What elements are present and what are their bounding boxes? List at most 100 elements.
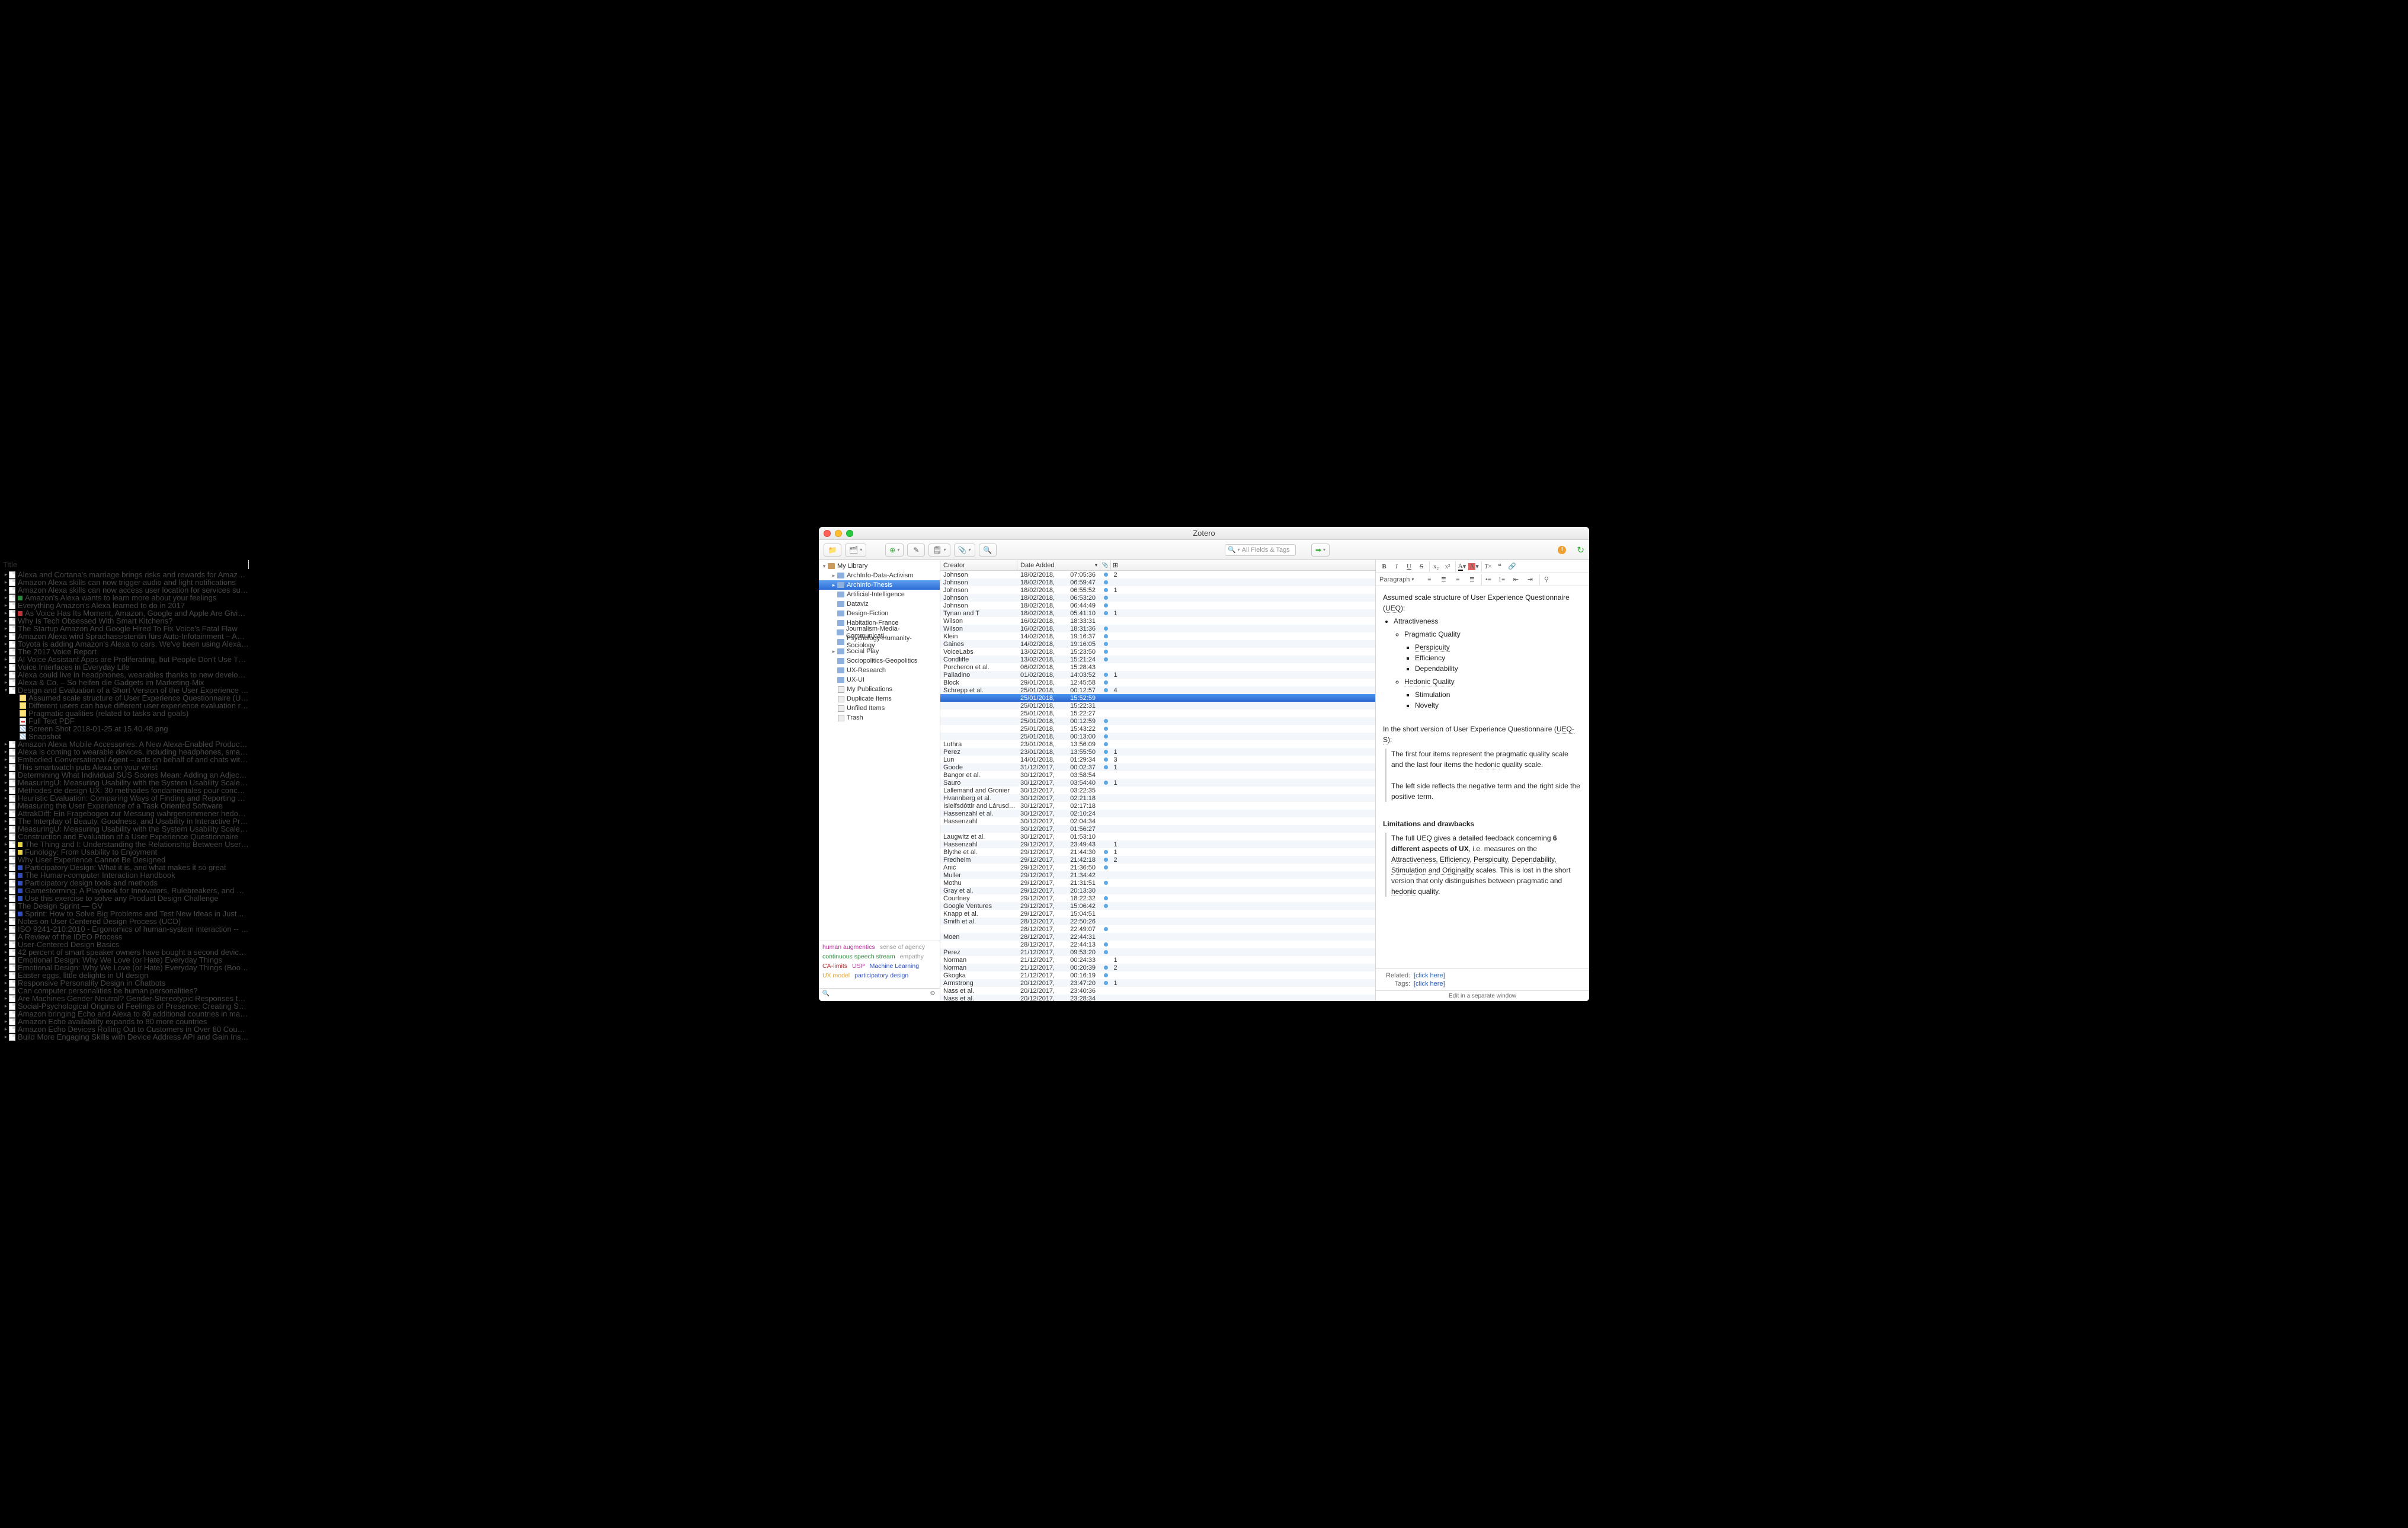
subscript-button[interactable]: x₂ <box>1429 561 1441 572</box>
minimize-window-button[interactable] <box>835 530 842 537</box>
table-row[interactable]: ▸User-Centered Design Basics28/12/2017,2… <box>940 941 1375 948</box>
sidebar-item[interactable]: Sociopolitics-Geopolitics <box>819 656 940 666</box>
paragraph-style-dropdown[interactable]: Paragraph▾ <box>1379 576 1414 583</box>
column-creator[interactable]: Creator <box>940 560 1017 570</box>
table-row[interactable]: ▸Amazon Alexa skills can now access user… <box>940 586 1375 594</box>
numbered-list-button[interactable]: 1≡ <box>1496 574 1507 585</box>
add-by-identifier-button[interactable]: ✎ <box>907 544 925 557</box>
table-row[interactable]: ▸42 percent of smart speaker owners have… <box>940 948 1375 956</box>
tag-menu-button[interactable]: ⚙ <box>928 990 937 1000</box>
clear-format-button[interactable]: T× <box>1481 561 1493 572</box>
align-left-button[interactable]: ≡ <box>1423 574 1435 585</box>
table-row[interactable]: ▸The Design Sprint — GVGoogle Ventures29… <box>940 902 1375 910</box>
link-button[interactable]: 🔗 <box>1506 561 1518 572</box>
table-row[interactable]: ▸Amazon's Alexa wants to learn more abou… <box>940 594 1375 602</box>
strike-button[interactable]: S <box>1416 561 1427 572</box>
table-row[interactable]: ▸Alexa is coming to wearable devices, in… <box>940 748 1375 756</box>
find-button[interactable]: ⚲ <box>1539 574 1551 585</box>
table-row[interactable]: ▸Participatory Design: What it is, and w… <box>940 864 1375 871</box>
items-list[interactable]: ▸Alexa and Cortana's marriage brings ris… <box>940 571 1375 1001</box>
table-row[interactable]: ▸Gamestorming: A Playbook for Innovators… <box>940 887 1375 894</box>
tag-filter-input[interactable] <box>831 990 928 1000</box>
sync-error-icon[interactable]: ! <box>1558 546 1566 554</box>
text-color-button[interactable]: A ▾ <box>1455 561 1467 572</box>
sidebar-item[interactable]: Trash <box>819 713 940 723</box>
table-row[interactable]: ▸Determining What Individual SUS Scores … <box>940 771 1375 779</box>
table-row[interactable]: Snapshot25/01/2018,00:13:00 <box>940 733 1375 740</box>
new-note-button[interactable]: 🗒▾ <box>928 544 950 557</box>
table-row[interactable]: ▸Why Is Tech Obsessed With Smart Kitchen… <box>940 617 1375 625</box>
tag[interactable]: participatory design <box>854 972 908 979</box>
table-row[interactable]: ▸Can computer personalities be human per… <box>940 987 1375 995</box>
underline-button[interactable]: U <box>1403 561 1415 572</box>
table-row[interactable]: Pragmatic qualities (related to tasks an… <box>940 709 1375 717</box>
new-item-button[interactable]: ⊕▾ <box>885 544 904 557</box>
tag[interactable]: Machine Learning <box>870 963 919 970</box>
table-row[interactable]: ▸AI Voice Assistant Apps are Proliferati… <box>940 656 1375 663</box>
table-row[interactable]: Screen Shot 2018-01-25 at 15.40.48.png25… <box>940 725 1375 733</box>
collections-tree[interactable]: ▾My Library▸ArchInfo-Data-Activism▸ArchI… <box>819 560 940 941</box>
table-row[interactable]: ▸Méthodes de design UX: 30 méthodes fond… <box>940 787 1375 794</box>
table-row[interactable]: ▸The Interplay of Beauty, Goodness, and … <box>940 817 1375 825</box>
attach-button[interactable]: 📎▾ <box>954 544 975 557</box>
sidebar-item[interactable]: ▸ArchInfo-Thesis <box>819 580 940 590</box>
sidebar-item[interactable]: Duplicate Items <box>819 694 940 704</box>
bold-button[interactable]: B <box>1378 561 1390 572</box>
outdent-button[interactable]: ⇤ <box>1510 574 1522 585</box>
table-row[interactable]: ▸Are Machines Gender Neutral? Gender-Ste… <box>940 995 1375 1001</box>
blockquote-button[interactable]: ❝ <box>1494 561 1506 572</box>
table-row[interactable]: ▸Participatory design tools and methodsM… <box>940 879 1375 887</box>
table-row[interactable]: ▸The 2017 Voice ReportVoiceLabs13/02/201… <box>940 648 1375 656</box>
table-row[interactable]: ▸The Human-computer Interaction Handbook… <box>940 871 1375 879</box>
tags-link[interactable]: [click here] <box>1414 980 1445 987</box>
column-attachment[interactable]: 📎 <box>1100 560 1111 570</box>
search-input[interactable]: 🔍 ▾ All Fields & Tags <box>1225 544 1296 556</box>
table-row[interactable]: ▸Alexa could live in headphones, wearabl… <box>940 671 1375 679</box>
table-row[interactable]: ▸A Review of the IDEO ProcessMoen28/12/2… <box>940 933 1375 941</box>
table-row[interactable]: ▸MeasuringU: Measuring Usability with th… <box>940 779 1375 787</box>
sync-button[interactable]: ↻ <box>1577 545 1584 555</box>
table-row[interactable]: ▸Funology: From Usability to EnjoymentBl… <box>940 848 1375 856</box>
tag-selector[interactable]: human augmenticssense of agencycontinuou… <box>819 941 940 988</box>
table-row[interactable]: ▸MeasuringU: Measuring Usability with th… <box>940 825 1375 833</box>
table-row[interactable]: ▸Amazon Alexa wird Sprachassistentin für… <box>940 632 1375 640</box>
table-row[interactable]: ▸Sprint: How to Solve Big Problems and T… <box>940 910 1375 918</box>
table-row[interactable]: ▸Everything Amazon's Alexa learned to do… <box>940 602 1375 609</box>
table-row[interactable]: ▸Heuristic Evaluation: Comparing Ways of… <box>940 794 1375 802</box>
table-row[interactable]: ▸Responsive Personality Design in Chatbo… <box>940 979 1375 987</box>
locate-button[interactable]: ➡▾ <box>1311 544 1330 557</box>
table-row[interactable]: Full Text PDF25/01/2018,00:12:59 <box>940 717 1375 725</box>
align-justify-button[interactable]: ≣ <box>1466 574 1478 585</box>
table-row[interactable]: ▸The Startup Amazon And Google Hired To … <box>940 625 1375 632</box>
table-row[interactable]: ▸Construction and Evaluation of a User E… <box>940 833 1375 840</box>
tag[interactable]: empathy <box>900 953 924 960</box>
sidebar-item[interactable]: Dataviz <box>819 599 940 609</box>
tag[interactable]: sense of agency <box>880 944 925 951</box>
sidebar-item[interactable]: UX-UI <box>819 675 940 685</box>
table-row[interactable]: ▸Alexa & Co. – So helfen die Gadgets im … <box>940 679 1375 686</box>
table-row[interactable]: ▸Emotional Design: Why We Love (or Hate)… <box>940 956 1375 964</box>
related-link[interactable]: [click here] <box>1414 972 1445 979</box>
table-row[interactable]: ▸Alexa and Cortana's marriage brings ris… <box>940 571 1375 578</box>
tag[interactable]: human augmentics <box>822 944 875 951</box>
new-collection-button[interactable]: 📁 <box>824 544 841 557</box>
table-row[interactable]: ▸The Thing and I: Understanding the Rela… <box>940 840 1375 848</box>
sidebar-item[interactable]: Artificial-Intelligence <box>819 590 940 599</box>
search-scope-dropdown[interactable]: ▾ <box>1238 547 1240 552</box>
close-window-button[interactable] <box>824 530 831 537</box>
italic-button[interactable]: I <box>1391 561 1402 572</box>
table-row[interactable]: Different users can have different user … <box>940 702 1375 709</box>
table-row[interactable]: ▸Toyota is adding Amazon's Alexa to cars… <box>940 640 1375 648</box>
align-right-button[interactable]: ≡ <box>1452 574 1464 585</box>
superscript-button[interactable]: x² <box>1442 561 1453 572</box>
table-row[interactable]: ▸As Voice Has Its Moment, Amazon, Google… <box>940 609 1375 617</box>
tag[interactable]: CA-limits <box>822 963 847 970</box>
zoom-window-button[interactable] <box>846 530 853 537</box>
sidebar-item[interactable]: Design-Fiction <box>819 609 940 618</box>
table-row[interactable]: ▸Voice Interfaces in Everyday LifePorche… <box>940 663 1375 671</box>
advanced-search-button[interactable]: 🔍 <box>979 544 997 557</box>
column-date-added[interactable]: Date Added▾ <box>1017 560 1100 570</box>
sidebar-item[interactable]: Unfiled Items <box>819 704 940 713</box>
table-row[interactable]: ▸Embodied Conversational Agent – acts on… <box>940 756 1375 763</box>
edit-separate-window-link[interactable]: Edit in a separate window <box>1376 990 1589 1001</box>
